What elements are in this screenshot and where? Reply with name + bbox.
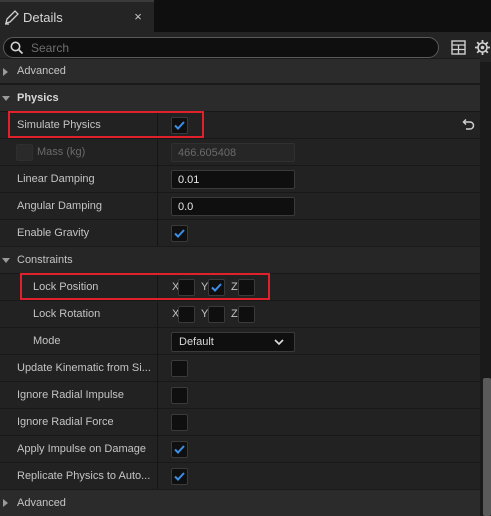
linear-damping-field[interactable]: 0.01 bbox=[171, 170, 295, 189]
expand-arrow-icon[interactable] bbox=[3, 68, 8, 76]
search-input[interactable] bbox=[31, 40, 431, 56]
collapse-arrow-icon[interactable] bbox=[2, 96, 10, 101]
checkmark-icon bbox=[174, 229, 185, 238]
lock-rotation-z-checkbox[interactable] bbox=[238, 306, 255, 323]
property-linear-damping: Linear Damping 0.01 bbox=[0, 165, 480, 193]
property-mass: Mass (kg) 466.605408 bbox=[0, 138, 480, 166]
mass-override-checkbox[interactable] bbox=[16, 144, 33, 161]
expand-arrow-icon[interactable] bbox=[3, 499, 8, 507]
search-icon bbox=[10, 41, 24, 55]
category-advanced-bottom[interactable]: Advanced bbox=[0, 489, 480, 516]
property-label: Simulate Physics bbox=[17, 119, 101, 131]
mode-dropdown[interactable]: Default bbox=[171, 332, 295, 352]
tab-title: Details bbox=[23, 10, 63, 25]
enable-gravity-checkbox[interactable] bbox=[171, 225, 188, 242]
category-label: Advanced bbox=[17, 497, 66, 509]
property-label: Mass (kg) bbox=[37, 146, 86, 158]
lock-position-x-checkbox[interactable] bbox=[178, 279, 195, 296]
lock-rotation-y-checkbox[interactable] bbox=[208, 306, 225, 323]
checkmark-icon bbox=[211, 283, 222, 292]
property-label: Ignore Radial Force bbox=[17, 416, 114, 428]
axis-z-label: Z bbox=[231, 281, 238, 293]
close-icon[interactable]: × bbox=[131, 9, 145, 24]
scrollbar-thumb[interactable] bbox=[483, 378, 491, 516]
property-update-kinematic: Update Kinematic from Si... bbox=[0, 354, 480, 382]
property-enable-gravity: Enable Gravity bbox=[0, 219, 480, 247]
group-constraints[interactable]: Constraints bbox=[0, 246, 480, 273]
property-angular-damping: Angular Damping 0.0 bbox=[0, 192, 480, 220]
property-apply-impulse: Apply Impulse on Damage bbox=[0, 435, 480, 463]
group-label: Constraints bbox=[17, 254, 73, 266]
checkmark-icon bbox=[174, 445, 185, 454]
collapse-arrow-icon[interactable] bbox=[2, 258, 10, 263]
property-label: Lock Rotation bbox=[33, 308, 101, 320]
pencil-icon bbox=[5, 10, 19, 25]
mass-field: 466.605408 bbox=[171, 143, 295, 162]
update-kinematic-checkbox[interactable] bbox=[171, 360, 188, 377]
ignore-radial-impulse-checkbox[interactable] bbox=[171, 387, 188, 404]
lock-position-z-checkbox[interactable] bbox=[238, 279, 255, 296]
category-label: Advanced bbox=[17, 65, 66, 77]
search-box[interactable] bbox=[3, 37, 439, 58]
property-label: Update Kinematic from Si... bbox=[17, 362, 151, 374]
chevron-down-icon bbox=[274, 339, 284, 346]
property-ignore-radial-force: Ignore Radial Force bbox=[0, 408, 480, 436]
angular-damping-field[interactable]: 0.0 bbox=[171, 197, 295, 216]
property-replicate-physics: Replicate Physics to Auto... bbox=[0, 462, 480, 490]
checkmark-icon bbox=[174, 472, 185, 481]
tab-bar: Details × bbox=[0, 0, 491, 32]
lock-rotation-x-checkbox[interactable] bbox=[178, 306, 195, 323]
property-label: Angular Damping bbox=[17, 200, 102, 212]
checkmark-icon bbox=[174, 121, 185, 130]
apply-impulse-checkbox[interactable] bbox=[171, 441, 188, 458]
category-advanced-top[interactable]: Advanced bbox=[0, 58, 480, 83]
simulate-physics-checkbox[interactable] bbox=[171, 117, 188, 134]
table-view-icon[interactable] bbox=[451, 40, 466, 55]
property-mode: Mode Default bbox=[0, 327, 480, 355]
replicate-physics-checkbox[interactable] bbox=[171, 468, 188, 485]
ignore-radial-force-checkbox[interactable] bbox=[171, 414, 188, 431]
category-label: Physics bbox=[17, 92, 59, 104]
property-label: Ignore Radial Impulse bbox=[17, 389, 125, 401]
property-lock-position: Lock Position X Y Z bbox=[0, 273, 480, 301]
property-label: Lock Position bbox=[33, 281, 99, 293]
property-label: Replicate Physics to Auto... bbox=[17, 470, 151, 482]
reset-to-default-icon[interactable] bbox=[460, 118, 476, 132]
gear-icon[interactable] bbox=[474, 39, 491, 56]
lock-position-y-checkbox[interactable] bbox=[208, 279, 225, 296]
property-label: Mode bbox=[33, 335, 61, 347]
property-simulate-physics: Simulate Physics bbox=[0, 111, 480, 139]
dropdown-value: Default bbox=[179, 336, 214, 348]
axis-z-label: Z bbox=[231, 308, 238, 320]
property-ignore-radial-impulse: Ignore Radial Impulse bbox=[0, 381, 480, 409]
property-label: Enable Gravity bbox=[17, 227, 90, 239]
category-physics[interactable]: Physics bbox=[0, 84, 480, 111]
property-label: Linear Damping bbox=[17, 173, 95, 185]
property-label: Apply Impulse on Damage bbox=[17, 443, 147, 455]
property-lock-rotation: Lock Rotation X Y Z bbox=[0, 300, 480, 328]
details-tab[interactable]: Details × bbox=[0, 0, 154, 32]
